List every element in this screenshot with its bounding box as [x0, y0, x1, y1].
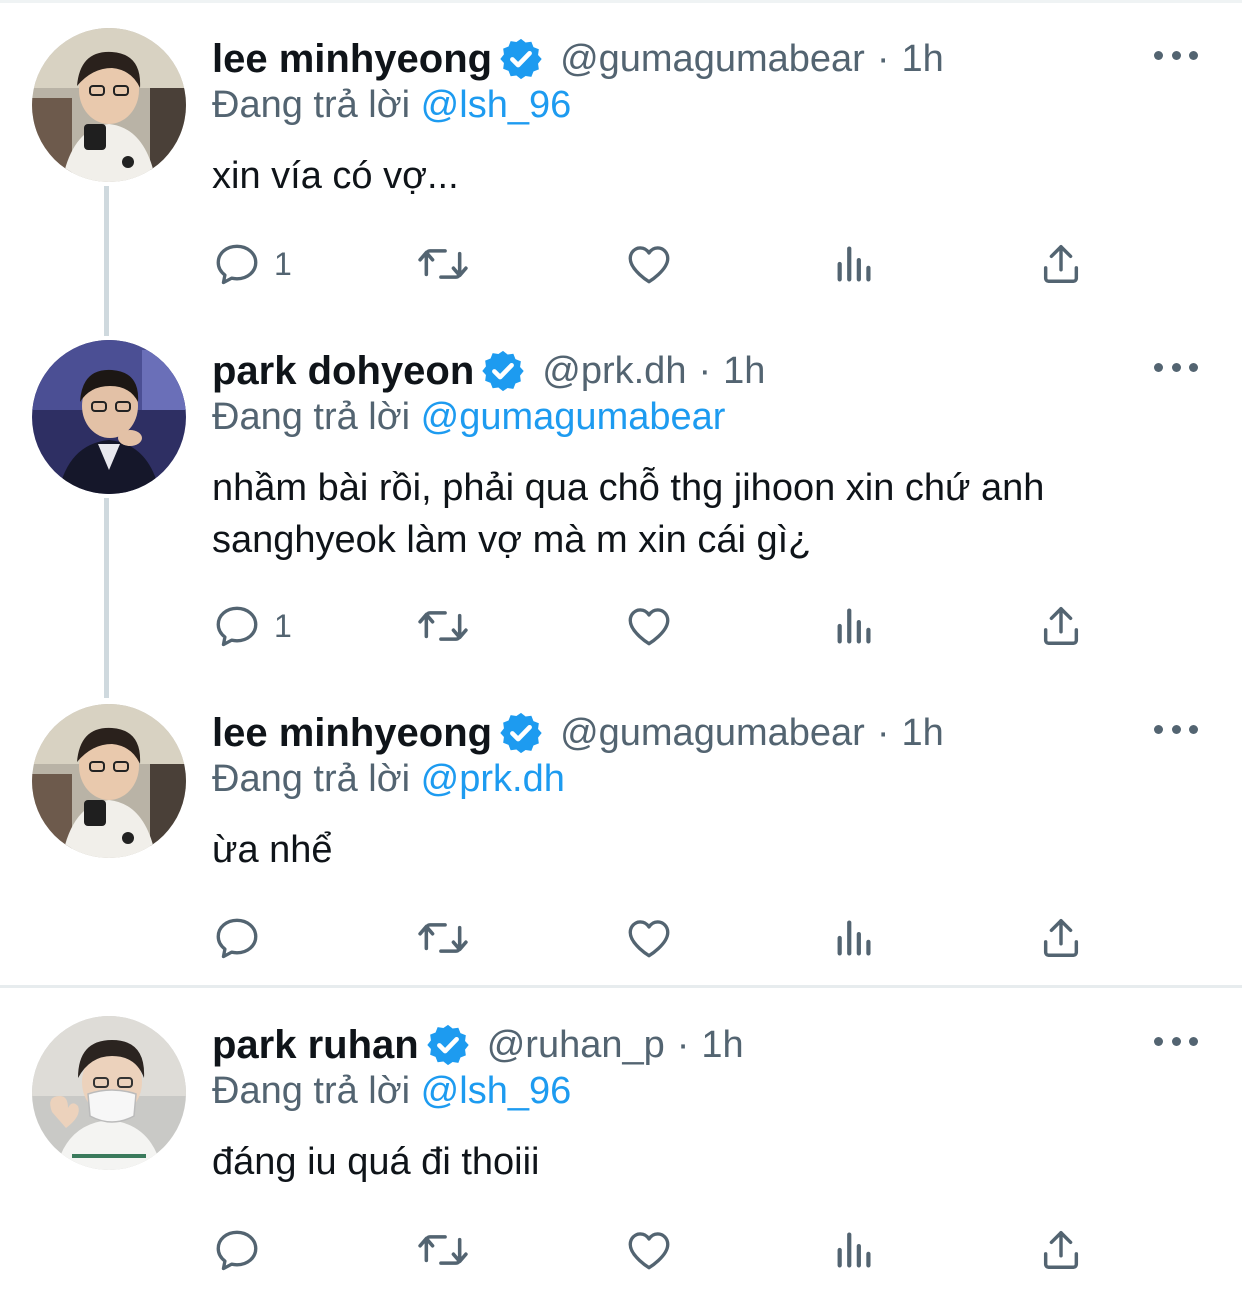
more-options-icon[interactable] — [1154, 48, 1198, 62]
tweet-text: đáng iu quá đi thoiii — [212, 1141, 540, 1183]
tweet-text: nhầm bài rồi, phải qua chỗ thg jihoon xi… — [212, 467, 1045, 561]
views-icon — [837, 920, 871, 956]
reply-mention-link[interactable]: @lsh_96 — [421, 84, 572, 126]
replying-to: Đang trả lời @prk.dh — [212, 758, 565, 801]
views-button[interactable] — [832, 600, 878, 652]
views-button[interactable] — [832, 238, 878, 290]
share-icon — [1043, 1231, 1079, 1269]
share-icon — [1043, 245, 1079, 283]
replying-to: Đang trả lời @lsh_96 — [212, 1070, 571, 1113]
share-button[interactable] — [1038, 238, 1084, 290]
verified-badge-icon — [425, 1022, 471, 1068]
like-button[interactable] — [624, 238, 674, 290]
tweet[interactable]: lee minhyeong @gumagumabear · 1h Đang tr… — [0, 690, 1242, 985]
reply-count: 1 — [274, 245, 292, 282]
comment-icon — [216, 244, 258, 285]
retweet-button[interactable] — [415, 912, 471, 964]
more-options-icon[interactable] — [1154, 722, 1198, 736]
like-icon — [628, 920, 670, 958]
separator-dot: · — [876, 711, 890, 754]
retweet-button[interactable] — [415, 600, 471, 652]
display-name[interactable]: lee minhyeong — [212, 37, 492, 82]
reply-count: 1 — [274, 607, 292, 644]
views-button[interactable] — [832, 912, 878, 964]
handle[interactable]: @gumagumabear — [560, 712, 865, 755]
share-icon — [1043, 607, 1079, 645]
avatar[interactable] — [32, 28, 186, 182]
action-bar: 1 — [212, 600, 1112, 652]
reply-mention-link[interactable]: @gumagumabear — [421, 396, 726, 438]
retweet-button[interactable] — [415, 1224, 471, 1276]
retweet-icon — [418, 923, 468, 953]
views-icon — [837, 608, 871, 644]
handle[interactable]: @prk.dh — [542, 350, 686, 393]
tweet-text: xin vía có vợ... — [212, 155, 459, 197]
reply-button[interactable] — [212, 912, 274, 964]
comment-icon — [216, 1230, 258, 1271]
share-button[interactable] — [1038, 1224, 1084, 1276]
retweet-icon — [418, 1235, 468, 1265]
verified-badge-icon — [480, 348, 526, 394]
reply-button[interactable]: 1 — [212, 600, 292, 652]
views-button[interactable] — [832, 1224, 878, 1276]
tweet-text: ừa nhể — [212, 829, 333, 871]
more-options-icon[interactable] — [1154, 360, 1198, 374]
like-icon — [628, 246, 670, 284]
like-button[interactable] — [624, 912, 674, 964]
views-icon — [837, 1232, 871, 1268]
display-name[interactable]: park dohyeon — [212, 349, 474, 394]
reply-button[interactable] — [212, 1224, 274, 1276]
retweet-button[interactable] — [415, 238, 471, 290]
like-button[interactable] — [624, 600, 674, 652]
reply-button[interactable]: 1 — [212, 238, 292, 290]
action-bar — [212, 912, 1112, 964]
replying-to-label: Đang trả lời — [212, 84, 411, 126]
more-options-icon[interactable] — [1154, 1034, 1198, 1048]
verified-badge-icon — [498, 710, 544, 756]
replying-to: Đang trả lời @lsh_96 — [212, 84, 571, 127]
replying-to-label: Đang trả lời — [212, 758, 411, 800]
avatar[interactable] — [32, 704, 186, 858]
comment-icon — [216, 606, 258, 647]
share-button[interactable] — [1038, 912, 1084, 964]
display-name[interactable]: lee minhyeong — [212, 711, 492, 756]
action-bar: 1 — [212, 238, 1112, 290]
replying-to: Đang trả lời @gumagumabear — [212, 396, 725, 439]
retweet-icon — [418, 249, 468, 279]
views-icon — [837, 246, 871, 282]
like-icon — [628, 1232, 670, 1270]
avatar[interactable] — [32, 1016, 186, 1170]
handle[interactable]: @ruhan_p — [487, 1024, 665, 1067]
comment-icon — [216, 918, 258, 959]
handle[interactable]: @gumagumabear — [560, 38, 865, 81]
replying-to-label: Đang trả lời — [212, 396, 411, 438]
separator-dot: · — [698, 349, 712, 392]
tweet[interactable]: park ruhan @ruhan_p · 1h Đang trả lời @l… — [0, 988, 1242, 1297]
share-button[interactable] — [1038, 600, 1084, 652]
separator-dot: · — [876, 37, 890, 80]
tweet[interactable]: park dohyeon @prk.dh · 1h Đang trả lời @… — [0, 330, 1242, 690]
timestamp[interactable]: 1h — [901, 712, 943, 755]
action-bar — [212, 1224, 1112, 1276]
display-name[interactable]: park ruhan — [212, 1023, 419, 1068]
separator-dot: · — [676, 1023, 690, 1066]
share-icon — [1043, 919, 1079, 957]
like-icon — [628, 608, 670, 646]
tweet[interactable]: lee minhyeong @gumagumabear · 1h Đang tr… — [0, 0, 1242, 330]
like-button[interactable] — [624, 1224, 674, 1276]
avatar[interactable] — [32, 340, 186, 494]
verified-badge-icon — [498, 36, 544, 82]
reply-mention-link[interactable]: @prk.dh — [421, 758, 565, 800]
reply-mention-link[interactable]: @lsh_96 — [421, 1070, 572, 1112]
timestamp[interactable]: 1h — [723, 350, 765, 393]
timestamp[interactable]: 1h — [901, 38, 943, 81]
retweet-icon — [418, 611, 468, 641]
timestamp[interactable]: 1h — [701, 1024, 743, 1067]
replying-to-label: Đang trả lời — [212, 1070, 411, 1112]
